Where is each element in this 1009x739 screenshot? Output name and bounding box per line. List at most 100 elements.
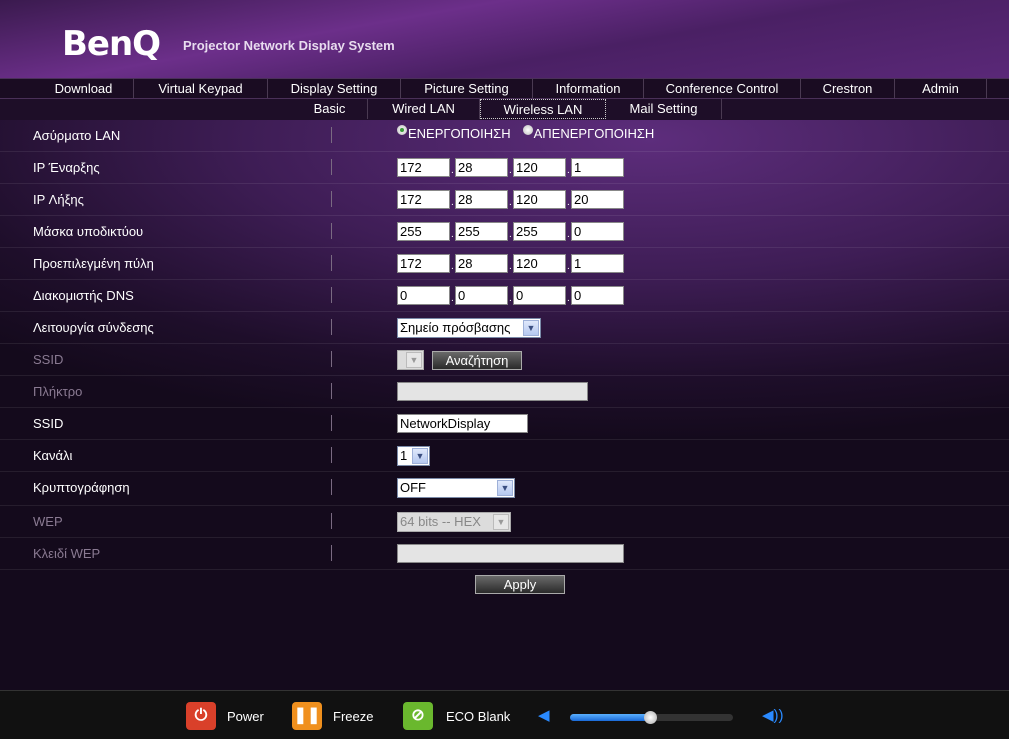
divider <box>331 415 332 431</box>
ssid-select[interactable]: ▼ <box>397 350 424 370</box>
nav-tab-picture-setting[interactable]: Picture Setting <box>401 79 533 98</box>
value: 64 bits -- HEX <box>400 514 481 529</box>
ip-octet-input[interactable]: 0 <box>397 286 450 305</box>
row-ip: IP Έναρξης 172. 28. 120. 1 <box>0 152 1009 184</box>
ssid-input[interactable]: NetworkDisplay <box>397 414 528 433</box>
row-ip: Μάσκα υποδικτύου 255. 255. 255. 0 <box>0 216 1009 248</box>
row-encryption: Κρυπτογράφηση OFF ▼ <box>0 472 1009 506</box>
chevron-down-icon: ▼ <box>523 320 539 336</box>
value: Σημείο πρόσβασης <box>400 320 511 335</box>
radio-enable[interactable] <box>397 124 407 135</box>
volume-fill <box>570 714 650 721</box>
divider <box>331 479 332 495</box>
ip-octet-input[interactable]: 0 <box>513 286 566 305</box>
row-key: Πλήκτρο <box>0 376 1009 408</box>
volume-up-icon[interactable]: ◀)) <box>762 706 784 724</box>
label: Πλήκτρο <box>33 384 83 399</box>
ip-octet-input[interactable]: 172 <box>397 190 450 209</box>
chevron-down-icon: ▼ <box>497 480 513 496</box>
volume-down-icon[interactable]: ◀ <box>538 706 550 724</box>
channel-select[interactable]: 1 ▼ <box>397 446 430 466</box>
wireless-form: Ασύρματο LAN ΕΝΕΡΓΟΠΟΙΗΣΗ ΑΠΕΝΕΡΓΟΠΟΙΗΣΗ… <box>0 120 1009 570</box>
label: IP Έναρξης <box>33 160 100 175</box>
ip-octet-input[interactable]: 255 <box>455 222 508 241</box>
subnav-tab-wired-lan[interactable]: Wired LAN <box>368 99 480 119</box>
nav-tab-display-setting[interactable]: Display Setting <box>268 79 401 98</box>
ip-octet-input[interactable]: 120 <box>513 254 566 273</box>
label: Ασύρματο LAN <box>33 128 121 143</box>
subnav-tab-basic[interactable]: Basic <box>292 99 368 119</box>
subnav-tab-wireless-lan[interactable]: Wireless LAN <box>480 99 606 119</box>
label: IP Λήξης <box>33 192 84 207</box>
ip-octet-input[interactable]: 0 <box>571 286 624 305</box>
apply-button[interactable]: Apply <box>475 575 565 594</box>
nav-tab-information[interactable]: Information <box>533 79 644 98</box>
wep-key-input[interactable] <box>397 544 624 563</box>
volume-knob[interactable] <box>643 711 657 724</box>
ip-octet-input[interactable]: 1 <box>571 254 624 273</box>
ip-octet-input[interactable]: 28 <box>455 158 508 177</box>
chevron-down-icon: ▼ <box>406 352 422 368</box>
ip-octet-input[interactable]: 172 <box>397 254 450 273</box>
chevron-down-icon: ▼ <box>493 514 509 530</box>
ip-octet-input[interactable]: 172 <box>397 158 450 177</box>
ip-octet-input[interactable]: 1 <box>571 158 624 177</box>
header: BenQ Projector Network Display System <box>0 0 1009 78</box>
chevron-down-icon: ▼ <box>412 448 428 464</box>
ip-octet-input[interactable]: 255 <box>397 222 450 241</box>
label: Λειτουργία σύνδεσης <box>33 320 154 335</box>
key-input[interactable] <box>397 382 588 401</box>
row-ssid: SSID NetworkDisplay <box>0 408 1009 440</box>
ip-octet-input[interactable]: 120 <box>513 190 566 209</box>
nav-tab-conference-control[interactable]: Conference Control <box>644 79 801 98</box>
power-label[interactable]: Power <box>227 709 264 724</box>
ip-octet-input[interactable]: 0 <box>571 222 624 241</box>
label: Κρυπτογράφηση <box>33 480 130 495</box>
divider <box>331 191 332 207</box>
row-ip: Διακομιστής DNS 0. 0. 0. 0 <box>0 280 1009 312</box>
search-button[interactable]: Αναζήτηση <box>432 350 522 370</box>
divider <box>331 159 332 175</box>
divider <box>331 255 332 271</box>
subnav-tab-mail-setting[interactable]: Mail Setting <box>606 99 722 119</box>
wep-select[interactable]: 64 bits -- HEX ▼ <box>397 512 511 532</box>
nav-tab-crestron[interactable]: Crestron <box>801 79 895 98</box>
encryption-select[interactable]: OFF ▼ <box>397 478 515 498</box>
row-wep: WEP 64 bits -- HEX ▼ <box>0 506 1009 538</box>
app-title: Projector Network Display System <box>183 38 395 53</box>
label: Κανάλι <box>33 448 73 463</box>
benq-logo: BenQ <box>62 24 161 64</box>
power-icon[interactable]: ⏻ <box>186 702 216 730</box>
freeze-icon[interactable]: ❚❚ <box>292 702 322 730</box>
label: Προεπιλεγμένη πύλη <box>33 256 154 271</box>
divider <box>331 223 332 239</box>
nav-tab-virtual-keypad[interactable]: Virtual Keypad <box>134 79 268 98</box>
nav-tab-download[interactable]: Download <box>34 79 134 98</box>
eco-blank-icon[interactable]: ⊘ <box>403 702 433 730</box>
row-connection-mode: Λειτουργία σύνδεσης Σημείο πρόσβασης ▼ <box>0 312 1009 344</box>
row-ip: IP Λήξης 172. 28. 120. 20 <box>0 184 1009 216</box>
label: Κλειδί WEP <box>33 546 101 561</box>
ip-octet-input[interactable]: 255 <box>513 222 566 241</box>
label: SSID <box>33 352 64 367</box>
ip-octet-input[interactable]: 0 <box>455 286 508 305</box>
ip-octet-input[interactable]: 120 <box>513 158 566 177</box>
radio-disable-label: ΑΠΕΝΕΡΓΟΠΟΙΗΣΗ <box>533 126 655 141</box>
connection-mode-select[interactable]: Σημείο πρόσβασης ▼ <box>397 318 541 338</box>
row-ip: Προεπιλεγμένη πύλη 172. 28. 120. 1 <box>0 248 1009 280</box>
divider <box>331 447 332 463</box>
volume-slider[interactable] <box>570 711 733 724</box>
radio-disable[interactable] <box>522 124 533 135</box>
label: WEP <box>33 514 63 529</box>
eco-blank-label[interactable]: ECO Blank <box>446 709 510 724</box>
divider <box>331 383 332 399</box>
ip-octet-input[interactable]: 28 <box>455 254 508 273</box>
row-channel: Κανάλι 1 ▼ <box>0 440 1009 472</box>
radio-enable-label: ΕΝΕΡΓΟΠΟΙΗΣΗ <box>408 126 511 141</box>
divider <box>331 319 332 335</box>
value: 1 <box>400 448 408 463</box>
nav-tab-admin[interactable]: Admin <box>895 79 987 98</box>
ip-octet-input[interactable]: 28 <box>455 190 508 209</box>
ip-octet-input[interactable]: 20 <box>571 190 624 209</box>
freeze-label[interactable]: Freeze <box>333 709 373 724</box>
